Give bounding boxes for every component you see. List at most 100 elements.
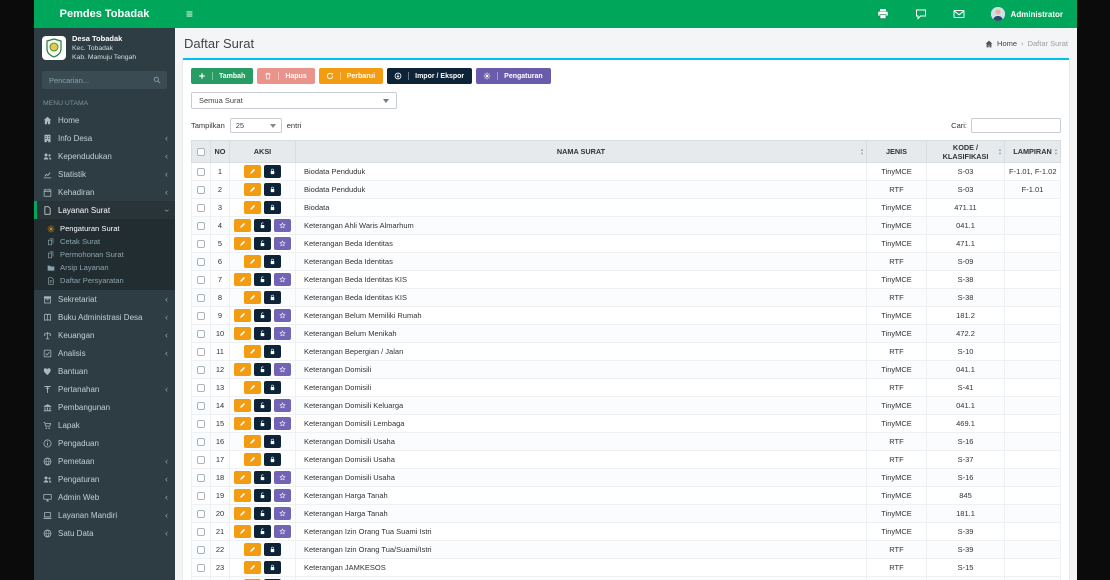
- row-checkbox[interactable]: [197, 564, 205, 572]
- lock-button[interactable]: [264, 543, 281, 556]
- import-export-button[interactable]: Impor / Ekspor: [387, 68, 473, 84]
- sidebar-item-kehadiran[interactable]: Kehadiran ‹: [34, 183, 175, 201]
- edit-button[interactable]: [234, 507, 251, 520]
- unlock-button[interactable]: [254, 237, 271, 250]
- col-header-no[interactable]: NO: [210, 140, 230, 163]
- favorite-button[interactable]: [274, 525, 291, 538]
- sidebar-search-input[interactable]: [42, 71, 167, 90]
- edit-button[interactable]: [234, 273, 251, 286]
- row-checkbox[interactable]: [197, 186, 205, 194]
- row-checkbox[interactable]: [197, 366, 205, 374]
- edit-button[interactable]: [244, 435, 261, 448]
- edit-button[interactable]: [244, 183, 261, 196]
- delete-button[interactable]: Hapus: [257, 68, 315, 84]
- sidebar-item-pembangunan[interactable]: Pembangunan: [34, 398, 175, 416]
- favorite-button[interactable]: [274, 417, 291, 430]
- edit-button[interactable]: [234, 219, 251, 232]
- sidebar-item-layanan-mandiri[interactable]: Layanan Mandiri ‹: [34, 506, 175, 524]
- lock-button[interactable]: [264, 435, 281, 448]
- row-checkbox[interactable]: [197, 384, 205, 392]
- row-checkbox[interactable]: [197, 168, 205, 176]
- breadcrumb-home-link[interactable]: Home: [997, 39, 1017, 48]
- edit-button[interactable]: [244, 453, 261, 466]
- favorite-button[interactable]: [274, 399, 291, 412]
- row-checkbox[interactable]: [197, 456, 205, 464]
- favorite-button[interactable]: [274, 471, 291, 484]
- row-checkbox[interactable]: [197, 258, 205, 266]
- user-menu[interactable]: Administrator: [990, 7, 1063, 21]
- favorite-button[interactable]: [274, 327, 291, 340]
- table-search-input[interactable]: [971, 118, 1061, 133]
- favorite-button[interactable]: [274, 237, 291, 250]
- unlock-button[interactable]: [254, 327, 271, 340]
- add-button[interactable]: Tambah: [191, 68, 254, 84]
- favorite-button[interactable]: [274, 273, 291, 286]
- sidebar-item-pengaturan[interactable]: Pengaturan ‹: [34, 470, 175, 488]
- sidebar-item-analisis[interactable]: Analisis ‹: [34, 344, 175, 362]
- col-header-kode[interactable]: KODE / KLASIFIKASI ▲ ▼: [926, 140, 1005, 163]
- brand-logo[interactable]: Pemdes Tobadak: [34, 0, 175, 28]
- lock-button[interactable]: [264, 201, 281, 214]
- lock-button[interactable]: [264, 183, 281, 196]
- edit-button[interactable]: [244, 381, 261, 394]
- lock-button[interactable]: [264, 291, 281, 304]
- sidebar-item-layanan-surat[interactable]: Layanan Surat ‹: [34, 201, 175, 220]
- unlock-button[interactable]: [254, 489, 271, 502]
- row-checkbox[interactable]: [197, 330, 205, 338]
- entries-select[interactable]: 25: [229, 118, 282, 133]
- favorite-button[interactable]: [274, 309, 291, 322]
- edit-button[interactable]: [234, 327, 251, 340]
- sidebar-item-statistik[interactable]: Statistik ‹: [34, 165, 175, 183]
- sidebar-item-kependudukan[interactable]: Kependudukan ‹: [34, 147, 175, 165]
- sidebar-subitem-cetak-surat[interactable]: Cetak Surat: [34, 235, 175, 248]
- col-header-lampiran[interactable]: LAMPIRAN ▲ ▼: [1004, 140, 1061, 163]
- sidebar-item-pengaduan[interactable]: Pengaduan: [34, 434, 175, 452]
- row-checkbox[interactable]: [197, 312, 205, 320]
- row-checkbox[interactable]: [197, 348, 205, 356]
- lock-button[interactable]: [264, 345, 281, 358]
- row-checkbox[interactable]: [197, 528, 205, 536]
- sidebar-subitem-daftar-persyaratan[interactable]: Daftar Persyaratan: [34, 274, 175, 287]
- edit-button[interactable]: [244, 255, 261, 268]
- row-checkbox[interactable]: [197, 438, 205, 446]
- unlock-button[interactable]: [254, 309, 271, 322]
- sidebar-item-home[interactable]: Home: [34, 111, 175, 129]
- unlock-button[interactable]: [254, 417, 271, 430]
- sidebar-subitem-pengaturan-surat[interactable]: Pengaturan Surat: [34, 222, 175, 235]
- unlock-button[interactable]: [254, 363, 271, 376]
- unlock-button[interactable]: [254, 471, 271, 484]
- favorite-button[interactable]: [274, 489, 291, 502]
- edit-button[interactable]: [234, 363, 251, 376]
- edit-button[interactable]: [234, 489, 251, 502]
- edit-button[interactable]: [244, 291, 261, 304]
- lock-button[interactable]: [264, 381, 281, 394]
- favorite-button[interactable]: [274, 219, 291, 232]
- row-checkbox[interactable]: [197, 204, 205, 212]
- sidebar-item-keuangan[interactable]: Keuangan ‹: [34, 326, 175, 344]
- row-checkbox[interactable]: [197, 546, 205, 554]
- sidebar-subitem-permohonan-surat[interactable]: Permohonan Surat: [34, 248, 175, 261]
- col-header-jenis[interactable]: JENIS: [866, 140, 927, 163]
- lock-button[interactable]: [264, 453, 281, 466]
- row-checkbox[interactable]: [197, 474, 205, 482]
- col-header-aksi[interactable]: AKSI: [229, 140, 296, 163]
- row-checkbox[interactable]: [197, 294, 205, 302]
- chat-icon[interactable]: [915, 8, 927, 20]
- edit-button[interactable]: [244, 201, 261, 214]
- edit-button[interactable]: [234, 471, 251, 484]
- settings-button[interactable]: Pengaturan: [476, 68, 551, 84]
- sidebar-item-info-desa[interactable]: Info Desa ‹: [34, 129, 175, 147]
- sidebar-item-buku-administrasi-desa[interactable]: Buku Administrasi Desa ‹: [34, 308, 175, 326]
- select-all-checkbox[interactable]: [197, 148, 205, 157]
- row-checkbox[interactable]: [197, 492, 205, 500]
- sidebar-item-sekretariat[interactable]: Sekretariat ‹: [34, 290, 175, 308]
- row-checkbox[interactable]: [197, 222, 205, 230]
- row-checkbox[interactable]: [197, 276, 205, 284]
- mail-icon[interactable]: [953, 8, 965, 20]
- unlock-button[interactable]: [254, 219, 271, 232]
- edit-button[interactable]: [234, 417, 251, 430]
- edit-button[interactable]: [234, 309, 251, 322]
- sidebar-item-pertanahan[interactable]: Pertanahan ‹: [34, 380, 175, 398]
- row-checkbox[interactable]: [197, 510, 205, 518]
- unlock-button[interactable]: [254, 273, 271, 286]
